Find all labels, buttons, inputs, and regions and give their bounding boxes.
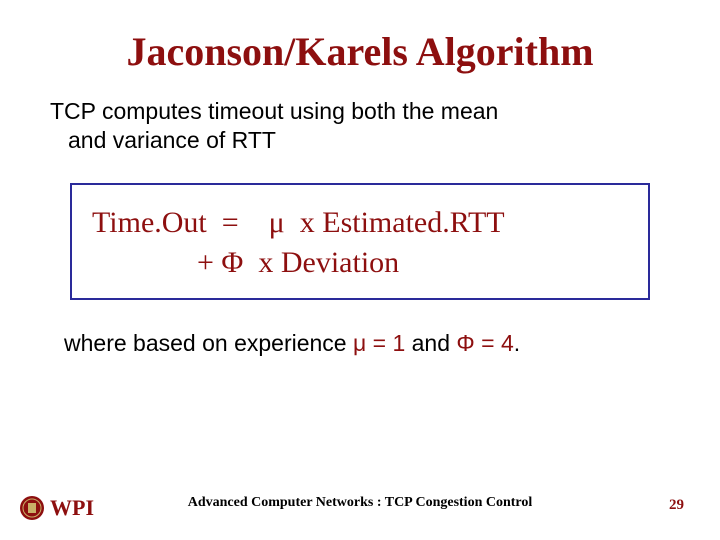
closing-mid: and [405, 330, 456, 356]
svg-text:WPI: WPI [50, 495, 94, 520]
slide: Jaconson/Karels Algorithm TCP computes t… [0, 0, 720, 540]
slide-title: Jaconson/Karels Algorithm [42, 28, 678, 75]
wpi-wordmark-icon: WPI [50, 495, 112, 521]
formula-line-2: + Φ x Deviation [92, 243, 628, 284]
wpi-logo: WPI [18, 494, 112, 522]
slide-subtitle: TCP computes timeout using both the mean… [42, 97, 678, 155]
page-number: 29 [669, 497, 684, 514]
subtitle-line-2: and variance of RTT [50, 126, 276, 155]
closing-mu: μ = 1 [353, 330, 405, 356]
closing-phi: Φ = 4 [456, 330, 513, 356]
closing-prefix: where based on experience [64, 330, 353, 356]
subtitle-line-1: TCP computes timeout using both the mean [50, 98, 498, 124]
closing-suffix: . [514, 330, 520, 356]
slide-footer: WPI Advanced Computer Networks : TCP Con… [0, 486, 720, 520]
closing-text: where based on experience μ = 1 and Φ = … [42, 330, 678, 357]
formula-box: Time.Out = μ x Estimated.RTT + Φ x Devia… [70, 183, 650, 300]
wpi-seal-icon [18, 494, 46, 522]
formula-line-1: Time.Out = μ x Estimated.RTT [92, 203, 628, 244]
